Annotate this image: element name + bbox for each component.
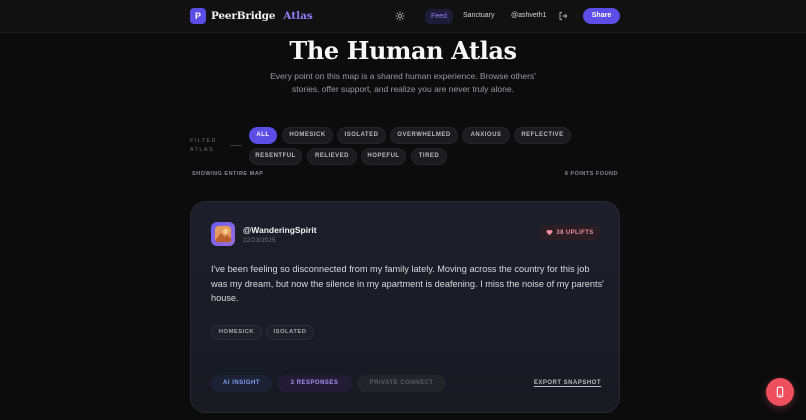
filter-chip-hopeful[interactable]: HOPEFUL: [361, 148, 406, 165]
filter-chip-homesick[interactable]: HOMESICK: [282, 127, 333, 144]
brand-logo: P: [190, 8, 206, 24]
story-card: @WanderingSpirit 12/23/2025 38 UPLIFTS I…: [190, 201, 620, 413]
private-connect-button[interactable]: PRIVATE CONNECT: [357, 375, 446, 392]
filter-label: FILTER ATLAS: [190, 138, 217, 153]
phone-icon: [776, 386, 784, 398]
page-subtitle: Every point on this map is a shared huma…: [270, 71, 536, 94]
emergency-call-button[interactable]: [766, 378, 794, 406]
share-button[interactable]: Share: [583, 8, 620, 24]
post-tag[interactable]: ISOLATED: [266, 325, 314, 340]
avatar-illustration: [214, 225, 232, 243]
results-scope: SHOWING ENTIRE MAP: [192, 171, 264, 177]
responses-button[interactable]: 3 RESPONSES: [277, 375, 352, 392]
nav-sanctuary[interactable]: Sanctuary: [463, 12, 495, 19]
brand-name: PeerBridge: [211, 10, 276, 22]
brand-accent: Atlas: [283, 10, 313, 22]
uplift-count: 38 UPLIFTS: [556, 229, 594, 236]
filter-chip-resentful[interactable]: RESENTFUL: [249, 148, 302, 165]
post-tag[interactable]: HOMESICK: [211, 325, 262, 340]
uplift-badge[interactable]: 38 UPLIFTS: [539, 225, 601, 240]
ai-insight-button[interactable]: AI INSIGHT: [211, 375, 272, 392]
filter-divider: [230, 145, 242, 146]
heart-icon: [546, 229, 553, 236]
avatar[interactable]: [211, 222, 235, 246]
logout-icon[interactable]: [558, 11, 568, 21]
filter-chip-overwhelmed[interactable]: OVERWHELMED: [390, 127, 458, 144]
nav-user-handle[interactable]: @ashveth1: [511, 12, 547, 19]
post-author[interactable]: @WanderingSpirit: [243, 225, 317, 235]
filter-chip-anxious[interactable]: ANXIOUS: [462, 127, 510, 144]
sun-icon[interactable]: [395, 11, 405, 21]
results-count: 6 POINTS FOUND: [564, 171, 618, 177]
export-snapshot-link[interactable]: EXPORT SNAPSHOT: [531, 380, 601, 386]
filter-chip-relieved[interactable]: RELIEVED: [307, 148, 357, 165]
filter-chip-tired[interactable]: TIRED: [411, 148, 447, 165]
post-story: I've been feeling so disconnected from m…: [211, 264, 604, 304]
filter-chip-all[interactable]: ALL: [249, 127, 277, 144]
nav-feed[interactable]: Feed: [425, 9, 453, 24]
top-navbar: P PeerBridge Atlas Feed Sanctuary @ashve…: [0, 0, 806, 33]
page-title: The Human Atlas: [289, 36, 517, 65]
filter-chip-reflective[interactable]: REFLECTIVE: [514, 127, 571, 144]
brand[interactable]: P PeerBridge Atlas: [190, 8, 313, 24]
filter-chip-isolated[interactable]: ISOLATED: [337, 127, 386, 144]
post-date: 12/23/2025: [243, 237, 276, 244]
